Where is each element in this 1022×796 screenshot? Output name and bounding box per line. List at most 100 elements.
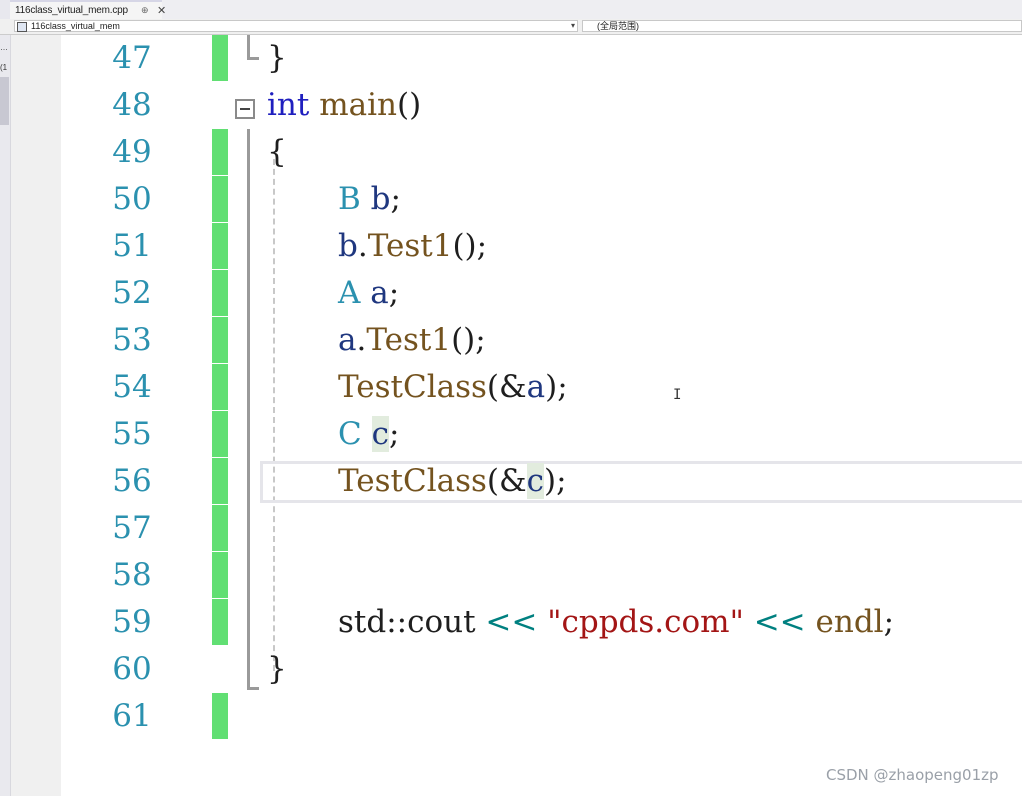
code-line[interactable]: 54 TestClass(&a);	[11, 364, 1022, 410]
token: ;	[883, 604, 895, 640]
code-text: int main()	[267, 82, 421, 128]
token: endl	[815, 604, 884, 640]
token: A	[338, 275, 361, 311]
code-line[interactable]: 52 A a;	[11, 270, 1022, 316]
line-number: 48	[112, 87, 152, 123]
strip-tab[interactable]	[0, 77, 9, 125]
token: ;	[388, 416, 400, 452]
strip-glyph[interactable]: (1	[0, 63, 7, 72]
tool-window-edge	[0, 0, 10, 19]
line-number: 59	[112, 604, 152, 640]
line-number: 49	[112, 134, 152, 170]
scope-dropdown-value: (全局范围)	[597, 21, 639, 31]
token: }	[267, 651, 287, 687]
document-tab-strip: 116class_virtual_mem.cpp ⊕ ✕	[0, 0, 1022, 20]
line-number: 52	[112, 275, 152, 311]
token: a	[526, 369, 546, 405]
token: ;	[390, 181, 401, 217]
line-number: 58	[112, 557, 152, 593]
token: std::cout	[338, 604, 476, 640]
chevron-down-icon[interactable]: ▾	[571, 20, 575, 31]
line-number: 57	[112, 510, 152, 546]
change-marker	[212, 364, 228, 410]
token: Test1	[366, 322, 452, 358]
code-line[interactable]: 58	[11, 552, 1022, 598]
token: ();	[452, 228, 488, 264]
line-number: 54	[112, 369, 152, 405]
code-text: }	[267, 646, 287, 692]
token: }	[267, 40, 287, 76]
token: int	[267, 87, 310, 123]
token-highlighted: c	[371, 416, 389, 452]
code-line[interactable]: 55 C c;	[11, 411, 1022, 457]
line-number: 61	[112, 698, 152, 734]
change-marker	[212, 317, 228, 363]
token: B	[338, 181, 361, 217]
code-text: B b;	[338, 176, 401, 222]
line-number: 50	[112, 181, 152, 217]
token: main	[319, 87, 397, 123]
token: a	[370, 275, 389, 311]
token: );	[545, 369, 568, 405]
code-line[interactable]: 49 {	[11, 129, 1022, 175]
scope-dropdown[interactable]: (全局范围)	[582, 20, 1022, 32]
token: ;	[388, 275, 400, 311]
navigation-bar: 116class_virtual_mem ▾ (全局范围)	[0, 19, 1022, 35]
close-icon[interactable]: ✕	[157, 4, 166, 17]
token: C	[338, 416, 362, 452]
code-line[interactable]: 61	[11, 693, 1022, 739]
text-cursor-icon: I	[673, 387, 682, 403]
token: TestClass	[338, 369, 487, 405]
token: .	[357, 228, 368, 264]
code-line[interactable]: 50 B b;	[11, 176, 1022, 222]
token: TestClass	[338, 463, 487, 499]
code-text: std::cout << "cppds.com" << endl;	[338, 599, 894, 645]
line-number: 56	[112, 463, 152, 499]
project-icon	[17, 22, 27, 32]
token: .	[356, 322, 367, 358]
code-line[interactable]: 57	[11, 505, 1022, 551]
token: ();	[451, 322, 486, 358]
code-text: b.Test1();	[338, 223, 487, 269]
token: {	[267, 134, 287, 170]
change-marker	[212, 458, 228, 504]
code-line-current[interactable]: 56 TestClass(&c);	[11, 458, 1022, 504]
change-marker	[212, 693, 228, 739]
code-line[interactable]: 53 a.Test1();	[11, 317, 1022, 363]
code-text: a.Test1();	[338, 317, 486, 363]
code-line[interactable]: 47 }	[11, 35, 1022, 81]
left-tool-strip: … (1	[0, 35, 11, 796]
token: (&	[486, 369, 527, 405]
change-marker	[212, 552, 228, 598]
project-dropdown-value: 116class_virtual_mem	[31, 21, 120, 31]
code-text: A a;	[338, 270, 399, 316]
change-marker	[212, 270, 228, 316]
code-line[interactable]: 60 }	[11, 646, 1022, 692]
token: Test1	[367, 228, 453, 264]
strip-glyph[interactable]: …	[0, 43, 8, 52]
line-number: 47	[112, 40, 152, 76]
line-number: 55	[112, 416, 152, 452]
pin-icon[interactable]: ⊕	[141, 5, 149, 16]
code-editor[interactable]: 47 } 48 int main() 49 { 50 B b; 51 b.Tes…	[11, 35, 1022, 796]
code-line[interactable]: 48 int main()	[11, 82, 1022, 128]
tab-116class-virtual-mem[interactable]: 116class_virtual_mem.cpp ⊕ ✕	[10, 0, 166, 19]
change-marker	[212, 411, 228, 457]
code-text: {	[267, 129, 287, 175]
token: b	[370, 181, 391, 217]
code-text: TestClass(&c);	[338, 458, 567, 504]
project-dropdown[interactable]: 116class_virtual_mem ▾	[14, 20, 578, 32]
change-marker	[212, 176, 228, 222]
token: b	[338, 228, 358, 264]
token-highlighted: c	[526, 463, 544, 499]
code-text: }	[267, 35, 287, 81]
line-number: 60	[112, 651, 152, 687]
code-line[interactable]: 59 std::cout << "cppds.com" << endl;	[11, 599, 1022, 645]
code-line[interactable]: 51 b.Test1();	[11, 223, 1022, 269]
code-text: TestClass(&a);	[338, 364, 568, 410]
change-marker	[212, 505, 228, 551]
watermark: CSDN @zhaopeng01zp	[826, 766, 999, 784]
change-marker	[212, 223, 228, 269]
token: a	[338, 322, 357, 358]
code-text: C c;	[338, 411, 399, 457]
